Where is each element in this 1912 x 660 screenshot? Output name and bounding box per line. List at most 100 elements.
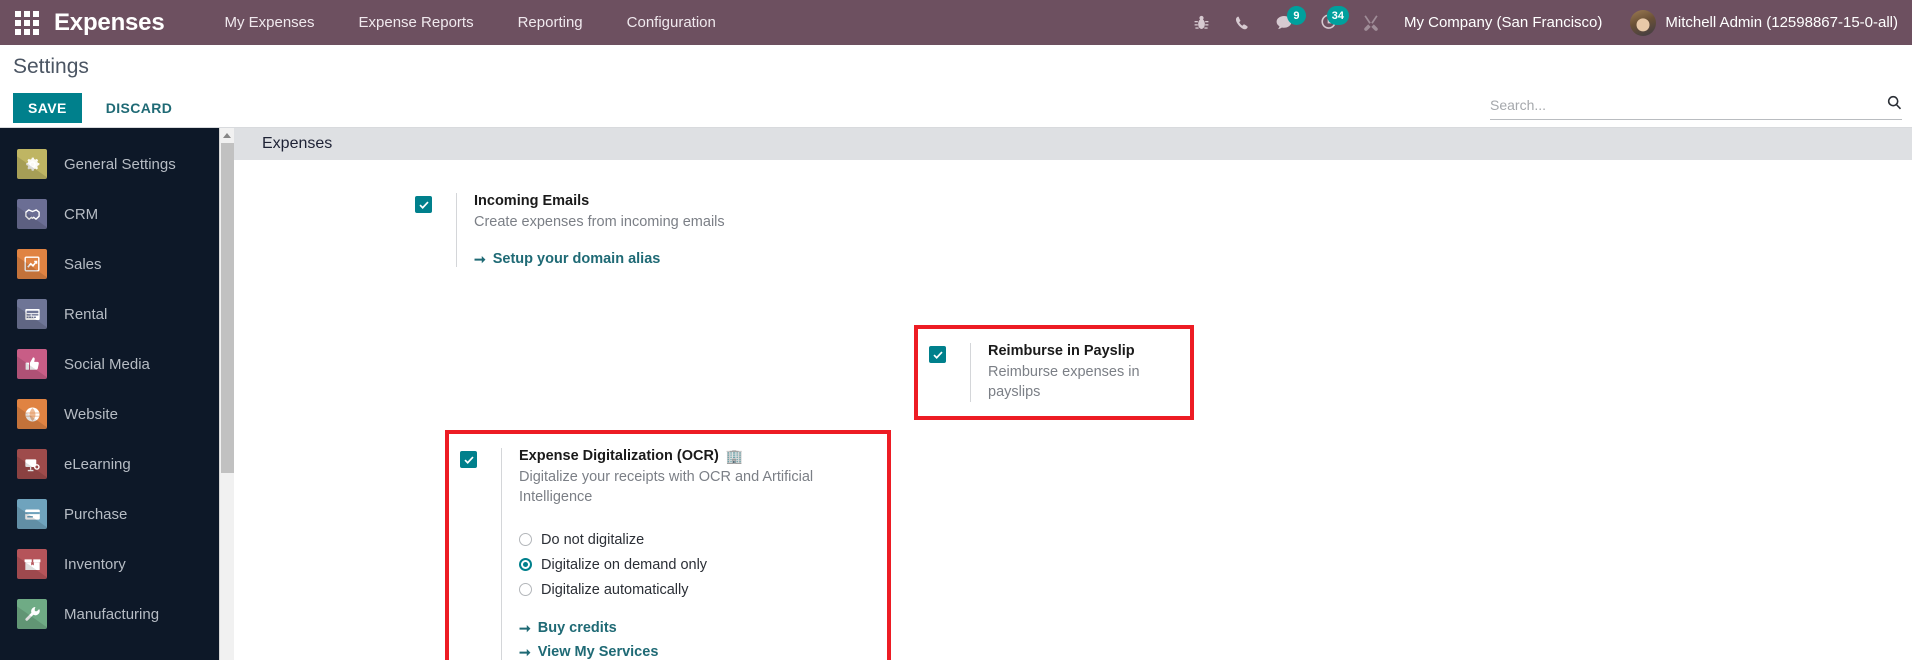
- ocr-option-automatic[interactable]: Digitalize automatically: [519, 577, 877, 602]
- radio-selected-icon[interactable]: [519, 558, 532, 572]
- sidebar-label: eLearning: [64, 455, 131, 473]
- arrow-right-icon: ➞: [474, 250, 486, 267]
- search-input[interactable]: [1490, 97, 1881, 113]
- sidebar-item-inventory[interactable]: Inventory: [0, 539, 219, 589]
- discard-button[interactable]: DISCARD: [92, 93, 187, 123]
- reimburse-in-payslip-checkbox[interactable]: [929, 346, 946, 363]
- ocr-option-label: Digitalize on demand only: [541, 556, 708, 573]
- ocr-option-label: Do not digitalize: [541, 531, 645, 548]
- user-menu[interactable]: Mitchell Admin (12598867-15-0-all): [1622, 9, 1912, 36]
- incoming-emails-description: Create expenses from incoming emails: [474, 214, 725, 230]
- setup-domain-alias-link[interactable]: ➞ Setup your domain alias: [474, 251, 725, 267]
- setting-expense-digitalization: Expense Digitalization (OCR) 🏢 Digitaliz…: [445, 430, 891, 660]
- sidebar-item-manufacturing[interactable]: Manufacturing: [0, 589, 219, 639]
- ocr-title-text: Expense Digitalization (OCR): [519, 448, 719, 464]
- setting-reimburse-in-payslip: Reimburse in Payslip Reimburse expenses …: [914, 325, 1194, 421]
- ocr-checkbox-cell: [449, 448, 501, 468]
- chart-up-icon: [17, 249, 47, 279]
- action-buttons: SAVE DISCARD: [13, 93, 186, 123]
- activities-badge: 34: [1326, 6, 1349, 25]
- sidebar-label: Purchase: [64, 505, 128, 523]
- activities-icon[interactable]: 34: [1307, 0, 1350, 45]
- sidebar-label: Manufacturing: [64, 605, 160, 623]
- radio-unselected-icon[interactable]: [519, 583, 532, 597]
- buy-credits-link[interactable]: ➞ Buy credits: [519, 620, 877, 636]
- page-title: Settings: [13, 55, 89, 78]
- expense-digitalization-label: Expense Digitalization (OCR) 🏢: [519, 448, 877, 464]
- save-button[interactable]: SAVE: [13, 93, 82, 123]
- bug-icon[interactable]: [1181, 0, 1222, 45]
- app-brand-title[interactable]: Expenses: [54, 9, 165, 37]
- sidebar-item-sales[interactable]: Sales: [0, 239, 219, 289]
- wrench-icon: [17, 599, 47, 629]
- search-icon[interactable]: [1881, 95, 1902, 115]
- sidebar-item-elearning[interactable]: eLearning: [0, 439, 219, 489]
- sidebar-scrollbar[interactable]: [219, 128, 234, 660]
- systray: 9 34 My Company (San Francisco) Mitchell…: [1181, 0, 1912, 45]
- reimburse-checkbox-cell: [918, 343, 970, 363]
- buy-credits-label: Buy credits: [537, 620, 617, 637]
- arrow-right-icon: ➞: [519, 620, 531, 637]
- sidebar-label: General Settings: [64, 155, 176, 173]
- search-box[interactable]: [1490, 95, 1902, 120]
- presentation-icon: [17, 449, 47, 479]
- ocr-option-on-demand[interactable]: Digitalize on demand only: [519, 552, 877, 577]
- sidebar-item-general-settings[interactable]: General Settings: [0, 139, 219, 189]
- ocr-option-do-not-digitalize[interactable]: Do not digitalize: [519, 527, 877, 552]
- apps-menu-button[interactable]: [0, 0, 54, 45]
- user-menu-label: Mitchell Admin (12598867-15-0-all): [1665, 14, 1898, 31]
- messages-icon[interactable]: 9: [1263, 0, 1307, 45]
- reimburse-in-payslip-label: Reimburse in Payslip: [988, 343, 1135, 359]
- ocr-options-group: Do not digitalize Digitalize on demand o…: [519, 527, 877, 602]
- reimburse-text: Reimburse in Payslip Reimburse expenses …: [970, 343, 1180, 403]
- sidebar-label: Inventory: [64, 555, 126, 573]
- ocr-text: Expense Digitalization (OCR) 🏢 Digitaliz…: [501, 448, 877, 660]
- incoming-emails-checkbox-cell: [404, 193, 456, 213]
- settings-body: General Settings CRM Sales Rental Social: [0, 128, 1912, 660]
- gear-icon: [17, 149, 47, 179]
- setting-incoming-emails: Incoming Emails Create expenses from inc…: [404, 193, 834, 267]
- thumbs-up-icon: [17, 349, 47, 379]
- sidebar-label: Website: [64, 405, 118, 423]
- ocr-option-label: Digitalize automatically: [541, 581, 689, 598]
- expense-digitalization-checkbox[interactable]: [460, 451, 477, 468]
- top-navbar: Expenses My Expenses Expense Reports Rep…: [0, 0, 1912, 45]
- sidebar-item-rental[interactable]: Rental: [0, 289, 219, 339]
- card-icon: [17, 499, 47, 529]
- sidebar-item-crm[interactable]: CRM: [0, 189, 219, 239]
- radio-unselected-icon[interactable]: [519, 533, 532, 547]
- sidebar-item-purchase[interactable]: Purchase: [0, 489, 219, 539]
- sidebar-item-social-media[interactable]: Social Media: [0, 339, 219, 389]
- company-switcher[interactable]: My Company (San Francisco): [1392, 14, 1622, 31]
- calendar-icon: [17, 299, 47, 329]
- view-my-services-label: View My Services: [537, 644, 659, 660]
- settings-content: Expenses Incoming Emails Create expenses…: [234, 128, 1912, 660]
- apps-grid-icon: [15, 10, 39, 35]
- control-panel: Settings SAVE DISCARD: [0, 45, 1912, 128]
- box-icon: [17, 549, 47, 579]
- section-title: Expenses: [262, 135, 333, 152]
- nav-expense-reports[interactable]: Expense Reports: [337, 0, 496, 45]
- phone-icon[interactable]: [1222, 0, 1263, 45]
- sidebar-label: Social Media: [64, 355, 150, 373]
- avatar: [1630, 9, 1657, 36]
- arrow-right-icon: ➞: [519, 644, 531, 660]
- settings-sidebar: General Settings CRM Sales Rental Social: [0, 128, 219, 660]
- globe-icon: [17, 399, 47, 429]
- nav-configuration[interactable]: Configuration: [605, 0, 738, 45]
- section-header: Expenses: [234, 128, 1912, 160]
- incoming-emails-checkbox[interactable]: [415, 196, 432, 213]
- nav-reporting[interactable]: Reporting: [496, 0, 605, 45]
- scrollbar-thumb[interactable]: [221, 143, 234, 473]
- view-my-services-link[interactable]: ➞ View My Services: [519, 644, 877, 660]
- enterprise-building-icon: 🏢: [725, 448, 744, 464]
- scroll-up-button[interactable]: [220, 128, 234, 143]
- incoming-emails-label: Incoming Emails: [474, 193, 590, 209]
- expense-digitalization-description: Digitalize your receipts with OCR and Ar…: [519, 469, 814, 505]
- sidebar-label: Sales: [64, 255, 102, 273]
- tools-icon[interactable]: [1350, 0, 1392, 45]
- setup-domain-alias-label: Setup your domain alias: [492, 250, 661, 267]
- nav-my-expenses[interactable]: My Expenses: [202, 0, 336, 45]
- sidebar-item-website[interactable]: Website: [0, 389, 219, 439]
- sidebar-label: CRM: [64, 205, 99, 223]
